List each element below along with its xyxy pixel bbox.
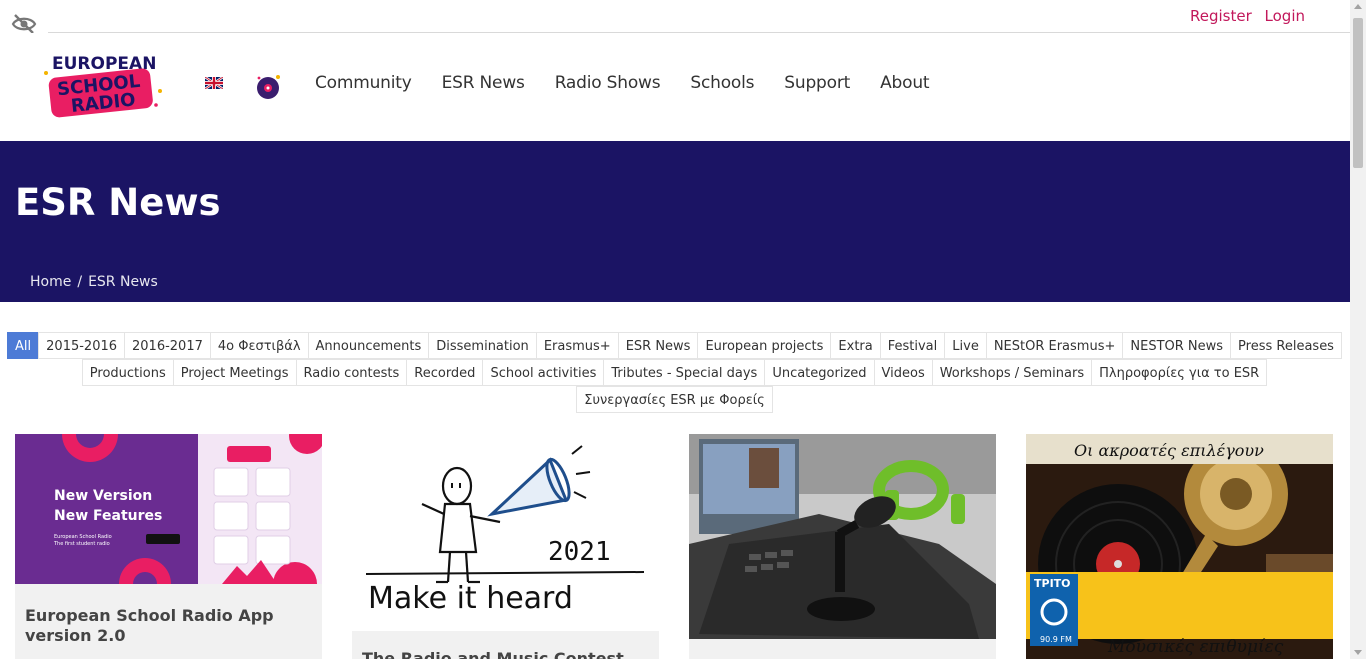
register-link[interactable]: Register [1190, 7, 1252, 25]
filter-2015-2016[interactable]: 2015-2016 [38, 332, 126, 359]
filter-esr-news[interactable]: ESR News [617, 332, 699, 359]
filter-radio-contests[interactable]: Radio contests [295, 359, 408, 386]
nav-esr-news[interactable]: ESR News [442, 73, 525, 93]
filter-press-releases[interactable]: Press Releases [1230, 332, 1342, 359]
filter-extra[interactable]: Extra [830, 332, 881, 359]
breadcrumb-current: ESR News [88, 274, 158, 290]
card-1-thumb-line2: New Features [54, 508, 162, 524]
nav-about[interactable]: About [880, 73, 929, 93]
scroll-up-arrow-icon[interactable] [1354, 4, 1362, 9]
filter-uncategorized[interactable]: Uncategorized [764, 359, 875, 386]
card-4-thumb-top: Οι ακροατές επιλέγουν [1074, 441, 1264, 460]
filter-esr-info[interactable]: Πληροφορίες για το ESR [1091, 359, 1268, 386]
filter-european-projects[interactable]: European projects [697, 332, 832, 359]
card-2-thumb-year: 2021 [548, 537, 611, 567]
nav-schools[interactable]: Schools [690, 73, 754, 93]
filter-all[interactable]: All [7, 332, 40, 359]
uk-flag-icon[interactable] [205, 77, 223, 89]
page-hero-banner: ESR News Home / ESR News [0, 141, 1350, 302]
page-title: ESR News [15, 181, 221, 224]
news-card-3[interactable] [689, 434, 996, 659]
news-card-3-title[interactable] [689, 643, 996, 659]
filter-project-meetings[interactable]: Project Meetings [172, 359, 297, 386]
top-utility-bar: Register Login [48, 0, 1350, 33]
breadcrumb-home[interactable]: Home [30, 274, 71, 290]
filter-live[interactable]: Live [944, 332, 987, 359]
news-card-2-image[interactable]: 2021 Make it heard [352, 434, 659, 627]
filter-esr-partnerships[interactable]: Συνεργασίες ESR με Φορείς [576, 386, 773, 413]
filter-4o-festival[interactable]: 4ο Φεστιβάλ [209, 332, 309, 359]
news-card-1-title[interactable]: European School Radio App version 2.0 [15, 588, 322, 646]
filter-2016-2017[interactable]: 2016-2017 [124, 332, 211, 359]
page-scrollbar[interactable] [1350, 0, 1366, 659]
card-1-thumb-line1: New Version [54, 488, 152, 504]
filter-productions[interactable]: Productions [81, 359, 174, 386]
card-4-thumb-freq: 90.9 FM [1040, 635, 1072, 644]
card-1-thumb-small2: The first student radio [53, 541, 110, 547]
nav-support[interactable]: Support [784, 73, 850, 93]
nav-community[interactable]: Community [315, 73, 412, 93]
filter-row-3: Συνεργασίες ESR με Φορείς [0, 386, 1350, 413]
filter-announcements[interactable]: Announcements [307, 332, 430, 359]
breadcrumb: Home / ESR News [30, 274, 158, 290]
main-navigation: Community ESR News Radio Shows Schools S… [315, 73, 959, 93]
filter-nestor-erasmus[interactable]: NEStOR Erasmus+ [985, 332, 1124, 359]
filter-videos[interactable]: Videos [873, 359, 933, 386]
filter-row-1: All 2015-2016 2016-2017 4ο Φεστιβάλ Anno… [0, 332, 1350, 359]
filter-erasmus[interactable]: Erasmus+ [535, 332, 619, 359]
news-card-4-image[interactable]: Οι ακροατές επιλέγουν ΤΡΙΤΟ 90.9 FM Μουσ… [1026, 434, 1333, 659]
filter-tributes[interactable]: Tributes - Special days [603, 359, 766, 386]
account-links: Register Login [1182, 7, 1305, 25]
filter-recorded[interactable]: Recorded [406, 359, 484, 386]
filter-row-2: Productions Project Meetings Radio conte… [0, 359, 1350, 386]
news-card-3-image[interactable] [689, 434, 996, 639]
radio-disc-icon[interactable] [255, 73, 283, 101]
news-card-2[interactable]: 2021 Make it heard The Radio and Music C… [352, 434, 659, 659]
news-card-4[interactable]: Οι ακροατές επιλέγουν ΤΡΙΤΟ 90.9 FM Μουσ… [1026, 434, 1333, 659]
card-4-thumb-logo: ΤΡΙΤΟ [1034, 577, 1071, 590]
site-header: EUROPEAN SCHOOL RADIO Community ESR News… [0, 33, 1350, 141]
login-link[interactable]: Login [1265, 7, 1305, 25]
scrollbar-thumb[interactable] [1353, 18, 1363, 168]
filter-festival[interactable]: Festival [879, 332, 946, 359]
card-2-thumb-text: Make it heard [368, 581, 573, 616]
filter-nestor-news[interactable]: NESTOR News [1122, 332, 1232, 359]
news-card-1-image[interactable]: New Version New Features European School… [15, 406, 325, 610]
card-4-thumb-bottom: Μουσικές επιθυμίες [1107, 637, 1284, 657]
filter-workshops-seminars[interactable]: Workshops / Seminars [931, 359, 1093, 386]
category-filter-bar: All 2015-2016 2016-2017 4ο Φεστιβάλ Anno… [0, 332, 1350, 413]
breadcrumb-separator: / [77, 274, 83, 290]
european-school-radio-logo[interactable]: EUROPEAN SCHOOL RADIO [40, 51, 165, 121]
filter-dissemination[interactable]: Dissemination [428, 332, 537, 359]
scroll-down-arrow-icon[interactable] [1354, 650, 1362, 655]
filter-school-activities[interactable]: School activities [482, 359, 605, 386]
news-card-1[interactable]: New Version New Features European School… [15, 406, 325, 659]
card-1-thumb-small1: European School Radio [54, 534, 112, 540]
news-card-2-title[interactable]: The Radio and Music Contest MAKE [352, 631, 659, 659]
nav-radio-shows[interactable]: Radio Shows [555, 73, 661, 93]
